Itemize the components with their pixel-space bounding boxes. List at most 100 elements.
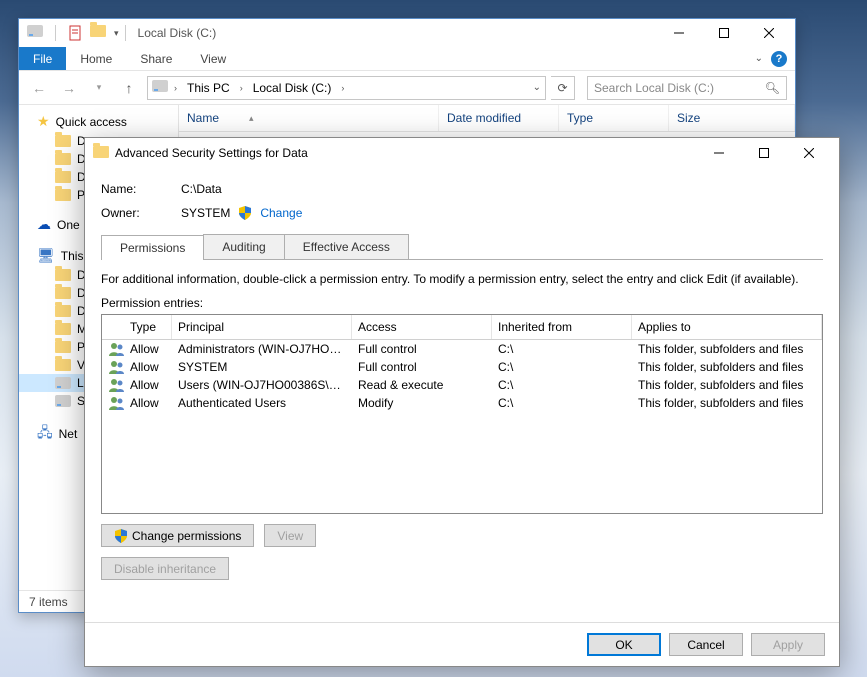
disable-inheritance-button[interactable]: Disable inheritance xyxy=(101,557,229,580)
row-principal: Authenticated Users xyxy=(172,394,352,412)
close-button[interactable] xyxy=(786,139,831,167)
owner-label: Owner: xyxy=(101,206,181,220)
group-icon xyxy=(108,378,118,392)
permission-row[interactable]: AllowAdministrators (WIN-OJ7HO0…Full con… xyxy=(102,340,822,358)
network-icon: 🖧 xyxy=(37,422,53,446)
shield-icon xyxy=(238,206,252,220)
tab-permissions[interactable]: Permissions xyxy=(101,235,204,260)
properties-icon[interactable] xyxy=(68,25,84,41)
navigation-bar: ← → ▾ ↑ › This PC › Local Disk (C:) › ⌄ … xyxy=(19,71,795,105)
search-placeholder: Search Local Disk (C:) xyxy=(594,81,714,95)
tab-strip: Permissions Auditing Effective Access xyxy=(101,234,823,260)
chevron-right-icon[interactable]: › xyxy=(240,83,243,93)
folder-icon xyxy=(55,323,71,335)
row-inherited: C:\ xyxy=(492,394,632,412)
row-applies: This folder, subfolders and files xyxy=(632,394,822,412)
row-access: Full control xyxy=(352,340,492,358)
head-inherited[interactable]: Inherited from xyxy=(492,315,632,339)
drive-icon xyxy=(55,395,71,407)
head-access[interactable]: Access xyxy=(352,315,492,339)
head-applies[interactable]: Applies to xyxy=(632,315,822,339)
permission-row[interactable]: AllowAuthenticated UsersModifyC:\This fo… xyxy=(102,394,822,412)
maximize-button[interactable] xyxy=(701,19,746,47)
ribbon-share-tab[interactable]: Share xyxy=(126,47,186,70)
col-type[interactable]: Type xyxy=(559,105,669,131)
change-permissions-button[interactable]: Change permissions xyxy=(101,524,254,547)
row-principal: SYSTEM xyxy=(172,358,352,376)
group-icon xyxy=(108,396,118,410)
address-bar[interactable]: › This PC › Local Disk (C:) › ⌄ xyxy=(147,76,546,100)
nav-recent-icon[interactable]: ▾ xyxy=(87,76,111,100)
col-date[interactable]: Date modified xyxy=(439,105,559,131)
name-label: Name: xyxy=(101,182,181,196)
folder-icon xyxy=(55,171,71,183)
qat-chevron-icon[interactable]: ▾ xyxy=(114,28,119,39)
folder-icon xyxy=(55,341,71,353)
minimize-button[interactable] xyxy=(656,19,701,47)
ribbon-home-tab[interactable]: Home xyxy=(66,47,126,70)
row-access: Full control xyxy=(352,358,492,376)
dialog-titlebar[interactable]: Advanced Security Settings for Data xyxy=(85,138,839,168)
ribbon-view-tab[interactable]: View xyxy=(186,47,240,70)
shield-icon xyxy=(114,529,128,543)
breadcrumb-thispc[interactable]: This PC xyxy=(183,79,234,97)
minimize-button[interactable] xyxy=(696,139,741,167)
row-access: Read & execute xyxy=(352,376,492,394)
search-input[interactable]: Search Local Disk (C:) 🔍︎ xyxy=(587,76,787,100)
folder-icon xyxy=(55,287,71,299)
close-button[interactable] xyxy=(746,19,791,47)
breadcrumb-localdisk[interactable]: Local Disk (C:) xyxy=(249,79,336,97)
folder-icon xyxy=(55,153,71,165)
row-inherited: C:\ xyxy=(492,358,632,376)
row-type: Allow xyxy=(124,394,172,412)
column-headers[interactable]: Name▴ Date modified Type Size xyxy=(179,105,795,132)
cancel-button[interactable]: Cancel xyxy=(669,633,743,656)
addr-dropdown-icon[interactable]: ⌄ xyxy=(533,82,541,93)
folder-icon xyxy=(55,305,71,317)
tab-auditing[interactable]: Auditing xyxy=(203,234,284,259)
group-icon xyxy=(108,342,118,356)
ribbon-file-tab[interactable]: File xyxy=(19,47,66,70)
owner-value: SYSTEM xyxy=(181,206,230,220)
nav-forward-button[interactable]: → xyxy=(57,76,81,100)
nav-back-button[interactable]: ← xyxy=(27,76,51,100)
permission-header[interactable]: Type Principal Access Inherited from App… xyxy=(102,315,822,340)
help-icon[interactable]: ? xyxy=(771,51,787,67)
refresh-button[interactable]: ⟳ xyxy=(551,76,575,100)
col-name[interactable]: Name▴ xyxy=(179,105,439,131)
tab-effective-access[interactable]: Effective Access xyxy=(284,234,409,259)
folder-icon[interactable] xyxy=(90,25,106,41)
cloud-icon: ☁ xyxy=(37,216,51,233)
row-applies: This folder, subfolders and files xyxy=(632,358,822,376)
chevron-right-icon[interactable]: › xyxy=(174,83,177,93)
apply-button[interactable]: Apply xyxy=(751,633,825,656)
permission-row[interactable]: AllowSYSTEMFull controlC:\This folder, s… xyxy=(102,358,822,376)
head-principal[interactable]: Principal xyxy=(172,315,352,339)
sidebar-quick-access[interactable]: ★Quick access xyxy=(19,111,178,132)
drive-icon xyxy=(27,25,43,41)
name-value: C:\Data xyxy=(181,182,222,196)
folder-icon xyxy=(93,146,109,161)
change-owner-link[interactable]: Change xyxy=(260,206,302,220)
separator xyxy=(55,25,56,41)
chevron-right-icon[interactable]: › xyxy=(341,83,344,93)
drive-icon xyxy=(152,80,168,95)
permission-row[interactable]: AllowUsers (WIN-OJ7HO00386S\Us…Read & ex… xyxy=(102,376,822,394)
maximize-button[interactable] xyxy=(741,139,786,167)
view-button[interactable]: View xyxy=(264,524,316,547)
col-size[interactable]: Size xyxy=(669,105,795,131)
head-type[interactable]: Type xyxy=(124,315,172,339)
row-inherited: C:\ xyxy=(492,376,632,394)
folder-icon xyxy=(55,359,71,371)
desktop-background: ▾ Local Disk (C:) File Home Share View xyxy=(0,0,867,677)
ribbon-expand-icon[interactable]: ⌄ xyxy=(755,53,763,64)
ok-button[interactable]: OK xyxy=(587,633,661,656)
item-count: 7 items xyxy=(29,595,68,609)
nav-up-button[interactable]: ↑ xyxy=(117,76,141,100)
row-principal: Administrators (WIN-OJ7HO0… xyxy=(172,340,352,358)
permission-table[interactable]: Type Principal Access Inherited from App… xyxy=(101,314,823,514)
row-access: Modify xyxy=(352,394,492,412)
dialog-title: Advanced Security Settings for Data xyxy=(115,146,308,160)
row-type: Allow xyxy=(124,340,172,358)
explorer-titlebar[interactable]: ▾ Local Disk (C:) xyxy=(19,19,795,47)
